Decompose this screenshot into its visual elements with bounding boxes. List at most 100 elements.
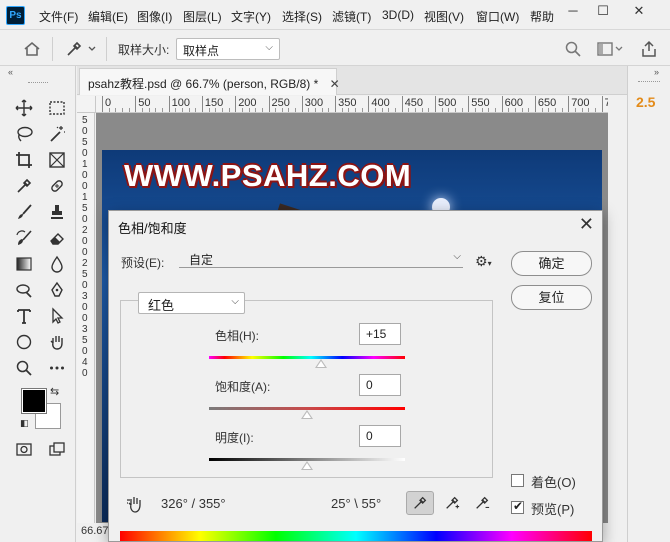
swap-colors-icon[interactable]: ⇆ xyxy=(50,385,59,398)
vertical-ruler[interactable]: 505010015020025030035040 xyxy=(77,113,95,523)
expand-icon[interactable]: » xyxy=(654,67,659,77)
eyedropper-icon[interactable] xyxy=(11,175,37,197)
move-tool-icon[interactable] xyxy=(11,97,37,119)
ruler-tick-label: 0 xyxy=(82,214,88,225)
screen-mode-icon[interactable] xyxy=(44,438,70,460)
close-icon[interactable]: ✕ xyxy=(579,214,594,235)
ruler-tick xyxy=(235,96,237,112)
menu-image[interactable]: 图像(I) xyxy=(137,8,172,25)
ruler-tick xyxy=(201,96,203,112)
horizontal-ruler[interactable]: 0 50 100 150 200 250 300 350 400 450 500 550 600 650 7… xyxy=(96,96,608,113)
frame-tool-icon[interactable] xyxy=(44,149,70,171)
hand-tool-icon[interactable] xyxy=(44,331,70,353)
gradient-tool-icon[interactable] xyxy=(11,253,37,275)
hue-input[interactable]: +15 xyxy=(359,323,401,345)
document-tab[interactable]: psahz教程.psd @ 66.7% (person, RGB/8) * ✕ xyxy=(79,68,340,95)
add-to-sample-eyedropper-icon[interactable] xyxy=(438,491,466,515)
clone-stamp-icon[interactable] xyxy=(44,201,70,223)
menu-window[interactable]: 窗口(W) xyxy=(476,8,519,25)
colorize-checkbox[interactable] xyxy=(511,474,524,487)
share-icon[interactable] xyxy=(636,38,662,60)
learn-badge[interactable]: 2.5 xyxy=(636,94,655,110)
home-icon[interactable] xyxy=(19,38,45,60)
ruler-origin[interactable] xyxy=(77,96,96,113)
path-selection-icon[interactable] xyxy=(44,305,70,327)
ruler-minor-tick xyxy=(581,108,583,112)
menu-help[interactable]: 帮助 xyxy=(530,8,554,25)
menu-filter[interactable]: 滤镜(T) xyxy=(332,8,371,25)
type-tool-icon[interactable] xyxy=(11,305,37,327)
ruler-tick-label: 0 xyxy=(82,302,88,313)
ruler-tick-label: 0 xyxy=(82,236,88,247)
menu-select[interactable]: 选择(S) xyxy=(282,8,322,25)
dodge-tool-icon[interactable] xyxy=(11,279,37,301)
gear-icon[interactable]: ⚙▾ xyxy=(475,253,492,270)
more-tools-icon[interactable] xyxy=(44,357,70,379)
subtract-from-sample-eyedropper-icon[interactable] xyxy=(468,491,496,515)
reset-button[interactable]: 复位 xyxy=(511,285,592,310)
search-icon[interactable] xyxy=(560,38,586,60)
eraser-tool-icon[interactable] xyxy=(44,227,70,249)
zoom-status[interactable]: 66.67 xyxy=(77,523,111,542)
menu-layer[interactable]: 图层(L) xyxy=(183,8,222,25)
saturation-slider-thumb[interactable] xyxy=(301,410,313,419)
hue-slider-thumb[interactable] xyxy=(314,359,327,368)
close-icon[interactable]: ✕ xyxy=(330,77,340,91)
quick-mask-icon[interactable] xyxy=(11,438,37,460)
lightness-input[interactable]: 0 xyxy=(359,425,401,447)
preset-select[interactable]: 自定 ⌵ xyxy=(179,251,463,268)
healing-brush-icon[interactable] xyxy=(44,175,70,197)
channel-select[interactable]: 红色 ⌵ xyxy=(138,292,245,314)
foreground-color-swatch[interactable] xyxy=(21,388,47,414)
ruler-minor-tick xyxy=(454,108,456,112)
targeted-adjustment-hand-icon[interactable] xyxy=(125,494,145,514)
ruler-minor-tick xyxy=(508,108,510,112)
ok-button[interactable]: 确定 xyxy=(511,251,592,276)
checkmark-icon: ✔ xyxy=(513,499,524,513)
lightness-slider-thumb[interactable] xyxy=(301,461,313,470)
close-window-button[interactable]: ✕ xyxy=(624,0,654,24)
maximize-button[interactable]: ☐ xyxy=(588,0,618,24)
ruler-tick xyxy=(534,96,536,112)
menu-edit[interactable]: 编辑(E) xyxy=(88,8,128,25)
chevron-down-icon[interactable] xyxy=(85,38,99,60)
ruler-tick xyxy=(335,96,337,112)
ruler-minor-tick xyxy=(548,108,550,112)
ruler-tick-label: 2 xyxy=(82,258,88,269)
crop-tool-icon[interactable] xyxy=(11,149,37,171)
eyedropper-tool-icon[interactable] xyxy=(61,38,87,60)
ruler-minor-tick xyxy=(308,108,310,112)
blur-tool-icon[interactable] xyxy=(44,253,70,275)
hue-slider-track[interactable] xyxy=(209,356,405,359)
panel-grip[interactable] xyxy=(638,81,660,82)
document-tab-title: psahz教程.psd @ 66.7% (person, RGB/8) * xyxy=(88,77,319,91)
chevron-down-icon[interactable] xyxy=(612,38,626,60)
brush-tool-icon[interactable] xyxy=(11,201,37,223)
zoom-tool-icon[interactable] xyxy=(11,357,37,379)
ruler-minor-tick xyxy=(208,108,210,112)
minimize-button[interactable]: ─ xyxy=(558,0,588,24)
preview-checkbox[interactable]: ✔ xyxy=(511,499,524,514)
saturation-input[interactable]: 0 xyxy=(359,374,401,396)
ruler-minor-tick xyxy=(148,108,150,112)
panel-grip[interactable] xyxy=(28,82,48,84)
history-brush-icon[interactable] xyxy=(11,227,37,249)
menu-type[interactable]: 文字(Y) xyxy=(231,8,271,25)
adjustment-group xyxy=(120,300,493,478)
ruler-tick-label: 0 xyxy=(82,170,88,181)
menu-view[interactable]: 视图(V) xyxy=(424,8,464,25)
collapse-icon[interactable]: « xyxy=(8,67,13,77)
magic-wand-tool-icon[interactable] xyxy=(44,123,70,145)
eyedropper-icon[interactable] xyxy=(406,491,434,515)
ellipse-tool-icon[interactable] xyxy=(11,331,37,353)
menu-3d[interactable]: 3D(D) xyxy=(382,8,414,22)
marquee-tool-icon[interactable] xyxy=(44,97,70,119)
ruler-minor-tick xyxy=(494,108,496,112)
default-colors-icon[interactable]: ◧ xyxy=(20,418,29,429)
menu-file[interactable]: 文件(F) xyxy=(39,8,78,25)
sample-size-select[interactable]: 取样点 ⌵ xyxy=(176,38,280,60)
lightness-label: 明度(I): xyxy=(215,431,254,445)
lasso-tool-icon[interactable] xyxy=(11,123,37,145)
pen-tool-icon[interactable] xyxy=(44,279,70,301)
ruler-tick xyxy=(102,96,103,112)
